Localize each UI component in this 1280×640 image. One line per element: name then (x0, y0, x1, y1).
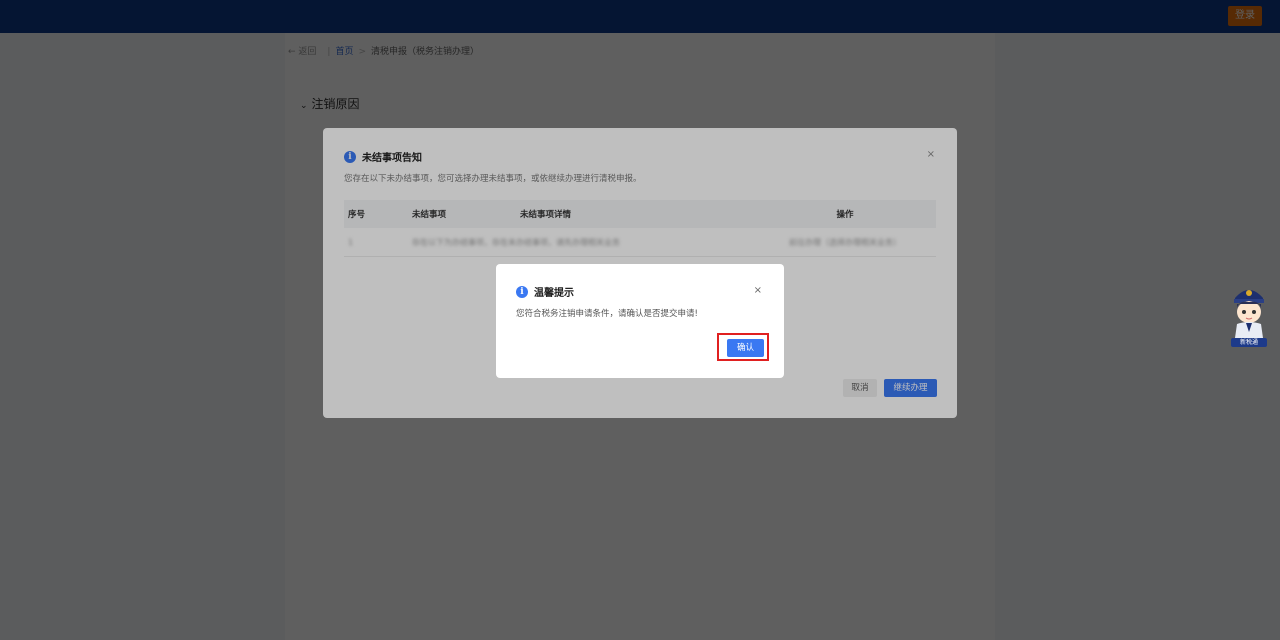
confirm-button[interactable]: 确认 (727, 339, 764, 357)
assistant-mascot[interactable]: 新税通 (1229, 282, 1269, 348)
close-icon[interactable]: × (754, 285, 762, 296)
tip-dialog-message: 您符合税务注销申请条件，请确认是否提交申请! (516, 309, 698, 319)
tip-dialog-title: 温馨提示 (534, 288, 574, 299)
tip-dialog: i 温馨提示 × 您符合税务注销申请条件，请确认是否提交申请! 确认 (496, 264, 784, 378)
info-circle-icon: i (516, 285, 528, 298)
mascot-caption: 新税通 (1239, 339, 1258, 346)
tip-dialog-header: i 温馨提示 (516, 284, 574, 299)
